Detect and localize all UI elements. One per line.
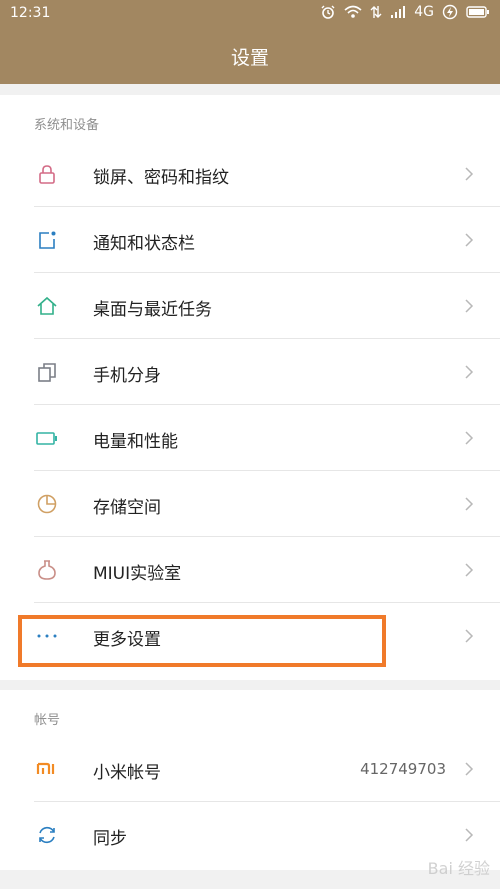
- page-title: 设置: [230, 47, 269, 69]
- status-time: 12:31: [10, 5, 51, 21]
- section-header: 帐号: [34, 713, 61, 728]
- app-bar: 12:31 4G 设置: [0, 0, 500, 84]
- watermark: Bai 经验: [427, 859, 490, 878]
- chevron-right-icon: [465, 365, 474, 379]
- alarm-icon: [321, 5, 335, 19]
- menu-item-notifications[interactable]: 通知和状态栏: [0, 207, 500, 273]
- lock-icon: [39, 165, 55, 184]
- status-bar: 12:31 4G: [0, 0, 500, 28]
- home-icon: [37, 296, 57, 315]
- data-transfer-icon: [370, 6, 382, 18]
- section-account: 帐号 小米帐号 412749703 同步: [0, 690, 500, 870]
- more-dots-icon: [37, 634, 57, 638]
- chevron-right-icon: [465, 629, 474, 643]
- chevron-right-icon: [465, 828, 474, 842]
- menu-item-more-settings[interactable]: 更多设置: [0, 603, 500, 669]
- menu-item-miui-lab[interactable]: MIUI实验室: [0, 537, 500, 603]
- charging-icon: [442, 4, 458, 20]
- status-icons: 4G: [320, 4, 490, 20]
- chevron-right-icon: [465, 167, 474, 181]
- account-id: 412749703: [360, 760, 446, 778]
- flask-icon: [38, 560, 56, 580]
- chevron-right-icon: [465, 299, 474, 313]
- chevron-right-icon: [465, 563, 474, 577]
- clone-icon: [38, 363, 56, 382]
- section-system-devices: 系统和设备 锁屏、密码和指纹 通知和状态栏 桌面与最近任务 手机分身 电量和性能…: [0, 95, 500, 680]
- chevron-right-icon: [465, 233, 474, 247]
- pie-icon: [37, 494, 57, 514]
- battery-icon: [36, 432, 57, 445]
- menu-item-storage[interactable]: 存储空间: [0, 471, 500, 537]
- signal-icon: [391, 6, 406, 18]
- menu-item-lock-screen[interactable]: 锁屏、密码和指纹: [0, 141, 500, 207]
- menu-item-second-space[interactable]: 手机分身: [0, 339, 500, 405]
- menu-item-mi-account[interactable]: 小米帐号 412749703: [0, 736, 500, 802]
- menu-item-sync[interactable]: 同步: [0, 802, 500, 868]
- mi-logo-icon: [36, 762, 55, 774]
- sync-icon: [39, 826, 55, 844]
- chevron-right-icon: [465, 497, 474, 511]
- battery-status-icon: [466, 6, 489, 18]
- network-type: 4G: [414, 4, 434, 20]
- menu-item-battery-performance[interactable]: 电量和性能: [0, 405, 500, 471]
- wifi-icon: [344, 5, 362, 18]
- chevron-right-icon: [465, 762, 474, 776]
- section-header: 系统和设备: [34, 118, 100, 133]
- menu-item-desktop-recents[interactable]: 桌面与最近任务: [0, 273, 500, 339]
- notification-square-icon: [39, 231, 56, 249]
- chevron-right-icon: [465, 431, 474, 445]
